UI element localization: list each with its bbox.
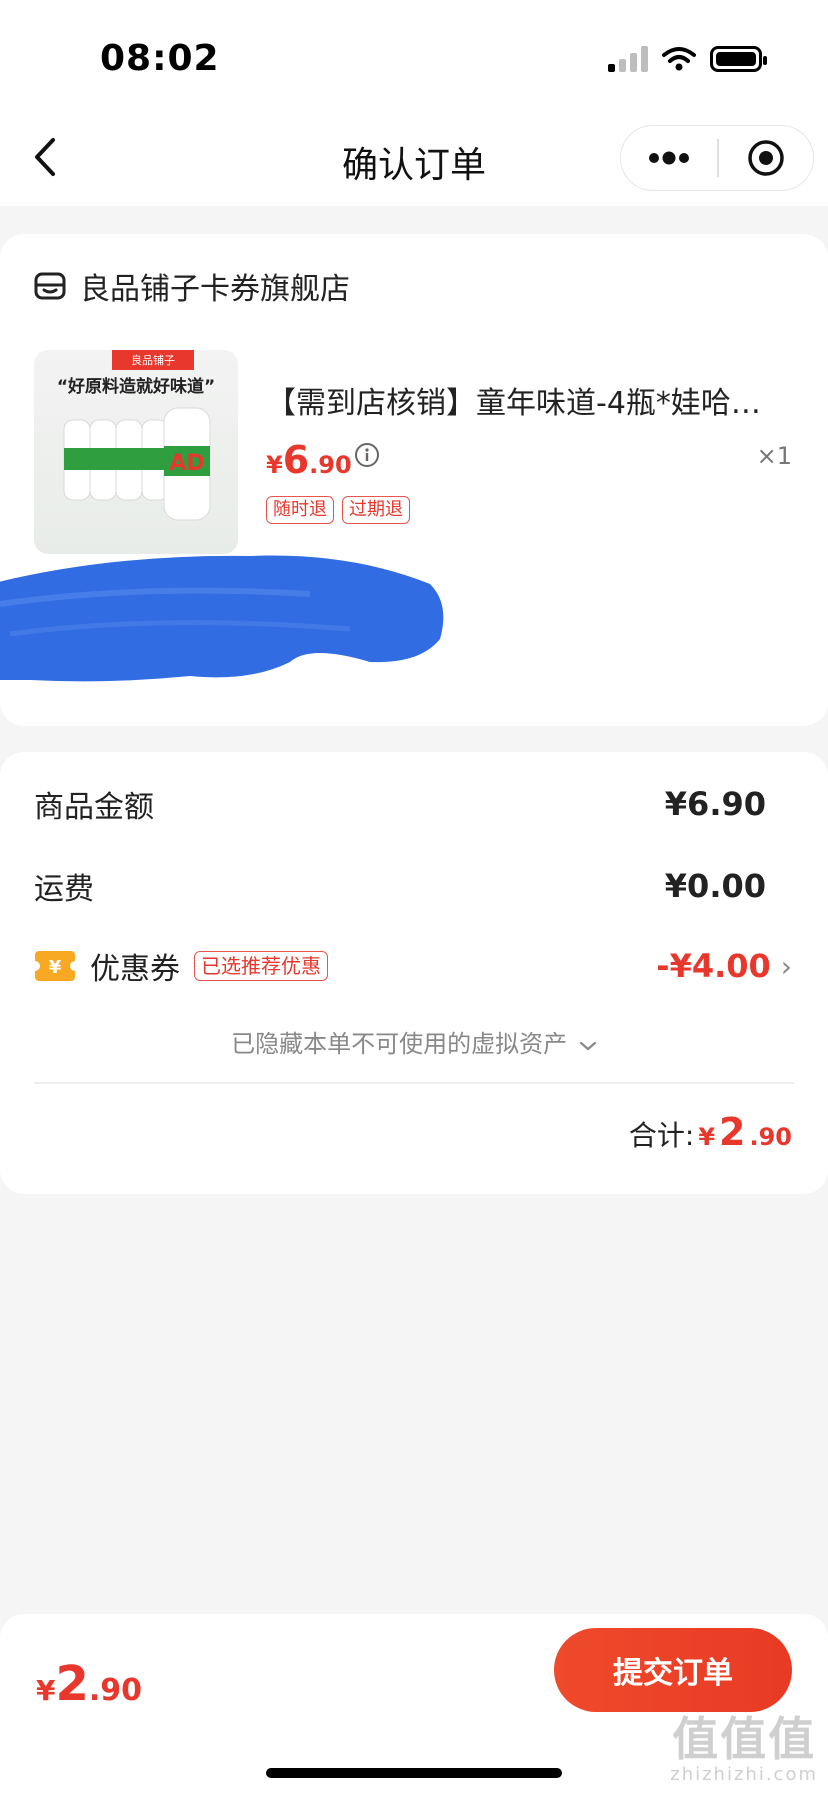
chevron-down-icon: [579, 1041, 596, 1051]
nav-bar: 确认订单: [0, 112, 828, 206]
miniprogram-capsule: [620, 125, 814, 191]
watermark-logo: 值值值: [672, 1712, 817, 1766]
total-decimal: .90: [749, 1123, 792, 1151]
submit-order-button[interactable]: 提交订单: [554, 1628, 792, 1712]
divider: [34, 1082, 794, 1084]
total-label: 合计:: [628, 1119, 695, 1152]
store-header[interactable]: 良品铺子卡券旗舰店: [34, 264, 350, 308]
product-price-symbol: ¥: [266, 451, 283, 479]
target-close-icon: [748, 140, 784, 176]
goods-amount-row: 商品金额 ¥6.90: [34, 782, 766, 826]
status-bar: 08:02: [0, 0, 828, 112]
hidden-assets-toggle[interactable]: 已隐藏本单不可使用的虚拟资产: [0, 1024, 828, 1059]
product-title[interactable]: 【需到店核销】童年味道-4瓶*娃哈…: [266, 378, 786, 422]
goods-amount-value: ¥6.90: [664, 785, 766, 823]
watermark-url: zhizhizhi.com: [670, 1764, 818, 1785]
tag-refund-anytime: 随时退: [266, 496, 334, 524]
product-image[interactable]: 良品铺子 “好原料造就好味道” AD: [34, 350, 238, 554]
total-integer: 2: [719, 1110, 746, 1154]
bottom-price-symbol: ¥: [36, 1674, 56, 1707]
bottom-price: ¥ 2 .90: [36, 1656, 142, 1712]
shipping-value: ¥0.00: [664, 867, 766, 905]
product-price-integer: 6: [282, 438, 310, 482]
signal-icon: [608, 46, 648, 72]
total-row: 合计: ¥ 2 .90: [629, 1110, 792, 1154]
store-card: 良品铺子卡券旗舰店 良品铺子 “好原料造就好味道” AD 【需到店核销】童年味道…: [0, 234, 828, 726]
bottom-price-integer: 2: [55, 1656, 89, 1712]
home-indicator: [266, 1768, 562, 1778]
svg-text:¥: ¥: [49, 957, 62, 978]
tag-refund-expired: 过期退: [342, 496, 410, 524]
redaction-scribble: [0, 555, 444, 682]
coupon-icon: ¥: [34, 951, 76, 981]
coupon-label: 优惠券: [90, 952, 180, 987]
store-name: 良品铺子卡券旗舰店: [80, 272, 350, 307]
product-quantity: ×1: [756, 442, 792, 470]
goods-amount-label: 商品金额: [34, 790, 154, 825]
total-symbol: ¥: [698, 1123, 716, 1151]
shipping-row: 运费 ¥0.00: [34, 864, 766, 908]
coupon-left: ¥ 优惠券 已选推荐优惠: [34, 944, 328, 988]
svg-text:AD: AD: [169, 451, 204, 476]
shipping-label: 运费: [34, 872, 94, 907]
wifi-icon: [662, 47, 696, 71]
product-image-banner: “好原料造就好味道”: [57, 376, 215, 397]
chevron-right-icon: ›: [780, 949, 792, 983]
coupon-discount-value: -¥4.00: [656, 947, 771, 985]
status-time: 08:02: [100, 38, 220, 79]
store-icon: [34, 272, 66, 300]
price-summary-card: 商品金额 ¥6.90 运费 ¥0.00 ¥ 优惠券 已选推荐优惠 -¥4.00 …: [0, 752, 828, 1194]
info-icon[interactable]: [354, 442, 380, 468]
battery-icon: [710, 46, 767, 72]
product-image-brand: 良品铺子: [131, 353, 175, 367]
coupon-recommend-badge: 已选推荐优惠: [194, 951, 328, 981]
more-dots-icon: [649, 151, 689, 165]
coupon-row[interactable]: ¥ 优惠券 已选推荐优惠 -¥4.00 ›: [34, 944, 792, 988]
product-tags: 随时退 过期退: [266, 496, 410, 524]
close-miniprogram-button[interactable]: [719, 126, 814, 190]
product-price: ¥ 6 .90: [266, 438, 352, 482]
status-icons: [608, 46, 767, 72]
product-price-decimal: .90: [309, 451, 352, 479]
coupon-select[interactable]: -¥4.00 ›: [656, 947, 792, 985]
watermark: 值值值 zhizhizhi.com: [670, 1714, 818, 1785]
more-button[interactable]: [621, 126, 717, 190]
hidden-assets-text: 已隐藏本单不可使用的虚拟资产: [231, 1030, 568, 1058]
bottom-price-decimal: .90: [88, 1673, 143, 1708]
